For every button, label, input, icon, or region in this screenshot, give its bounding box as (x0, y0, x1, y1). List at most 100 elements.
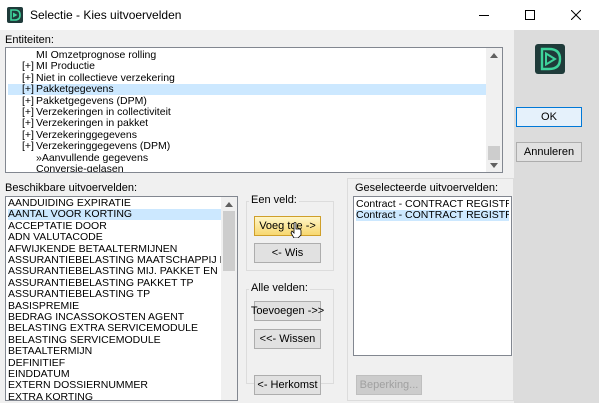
app-logo-icon (7, 7, 23, 23)
list-item-label: AANDUIDING EXPIRATIE (8, 198, 131, 209)
tree-item-label: Conversie-gelasen (36, 164, 124, 173)
list-item-label: ADN VALUTACODE (8, 232, 103, 244)
list-item-label: ASSURANTIEBELASTING PAKKET TP (8, 277, 194, 289)
tree-item[interactable]: [+] MI Productie (8, 61, 486, 72)
available-fields-label: Beschikbare uitvoervelden: (5, 182, 138, 194)
one-field-label: Een veld: (249, 194, 299, 206)
maximize-icon (525, 10, 535, 20)
list-item[interactable]: BETAALTERMIJN (8, 346, 221, 357)
scroll-up-icon[interactable] (221, 197, 237, 211)
list-item-label: ASSURANTIEBELASTING MAATSCHAPPIJ PAKKET (8, 255, 221, 266)
list-item[interactable]: Contract - CONTRACT REGISTRATIENUMMER (356, 210, 509, 222)
minimize-icon (479, 15, 489, 16)
expand-toggle-icon[interactable]: [+] (22, 118, 36, 129)
list-item[interactable]: DEFINITIEF (8, 358, 221, 369)
tree-item[interactable]: [+] Verzekeringgegevens (8, 130, 486, 141)
expand-toggle-icon[interactable]: [+] (22, 61, 36, 72)
list-item-label: BASISPREMIE (8, 300, 80, 312)
list-item-label: BELASTING SERVICEMODULE (8, 334, 161, 346)
tree-item[interactable]: [+] Verzekeringgegevens (DPM) (8, 141, 486, 152)
scroll-up-icon[interactable] (486, 48, 502, 62)
expand-toggle-icon[interactable]: [+] (22, 107, 36, 118)
close-icon (571, 10, 581, 20)
origin-button[interactable]: <- Herkomst (254, 375, 321, 395)
list-item[interactable]: Contract - CONTRACT REGISTRATIENUMMER (356, 199, 509, 210)
list-item[interactable]: EINDDATUM (8, 369, 221, 380)
mouse-cursor-icon (290, 222, 302, 239)
list-item-label: ASSURANTIEBELASTING MIJ. PAKKET EN POLIS (8, 266, 221, 278)
list-item[interactable]: ACCEPTATIE DOOR (8, 221, 221, 232)
tree-item-label: Niet in collectieve verzekering (36, 72, 175, 84)
add-one-button[interactable]: Voeg toe -> (254, 216, 321, 236)
expand-toggle-icon[interactable]: [+] (22, 130, 36, 141)
list-item[interactable]: ASSURANTIEBELASTING PAKKET TP (8, 278, 221, 289)
list-item-label: BEDRAG INCASSOKOSTEN AGENT (8, 312, 185, 323)
remove-all-button[interactable]: <<- Wissen (254, 329, 321, 349)
tree-item-label: Pakketgegevens (DPM) (36, 95, 147, 107)
tree-item-label: Pakketgegevens (36, 84, 114, 96)
expand-toggle-icon[interactable]: [+] (22, 73, 36, 84)
remove-one-button[interactable]: <- Wis (254, 243, 321, 263)
list-item-label: AANTAL VOOR KORTING (8, 209, 133, 221)
list-item[interactable]: BASISPREMIE (8, 301, 221, 312)
add-all-button[interactable]: Toevoegen ->> (251, 301, 324, 321)
tree-item[interactable]: Conversie-gelasen (8, 164, 486, 173)
list-item-label: AFWIJKENDE BETAALTERMIJNEN (8, 243, 178, 255)
teal-d-logo-icon (535, 44, 565, 74)
entities-label: Entiteiten: (5, 34, 54, 46)
available-fields-list[interactable]: AANDUIDING EXPIRATIE AANTAL VOOR KORTING A… (5, 196, 238, 401)
title-bar[interactable]: Selectie - Kies uitvoervelden (0, 0, 599, 30)
all-fields-label: Alle velden: (249, 282, 310, 294)
tree-item[interactable]: [+] Pakketgegevens (DPM) (8, 96, 486, 107)
maximize-button[interactable] (507, 0, 553, 30)
list-item[interactable]: ADN VALUTACODE (8, 232, 221, 243)
scroll-thumb[interactable] (223, 211, 235, 271)
selected-fields-label: Geselecteerde uitvoervelden: (355, 182, 499, 194)
tree-item[interactable]: »Aanvullende gegevens (8, 153, 486, 164)
expand-toggle-icon[interactable]: [+] (22, 96, 36, 107)
list-item[interactable]: AANTAL VOOR KORTING (8, 209, 221, 221)
list-item-label: BETAALTERMIJN (8, 346, 93, 358)
list-item[interactable]: ASSURANTIEBELASTING MAATSCHAPPIJ PAKKET (8, 255, 221, 266)
list-item-label: Contract - CONTRACT REGISTRATIENUMMER (356, 199, 509, 210)
window-title: Selectie - Kies uitvoervelden (30, 8, 182, 22)
list-item[interactable]: BEDRAG INCASSOKOSTEN AGENT (8, 312, 221, 323)
tree-item-label: Verzekeringen in pakket (36, 118, 149, 130)
expand-toggle-icon[interactable]: [+] (22, 84, 36, 95)
limit-button[interactable]: Beperking... (356, 375, 422, 395)
list-item[interactable]: EXTERN DOSSIERNUMMER (8, 380, 221, 391)
list-item-label: ACCEPTATIE DOOR (8, 220, 107, 232)
list-item[interactable]: EXTRA KORTING (8, 392, 221, 400)
list-item-label: ASSURANTIEBELASTING TP (8, 289, 151, 301)
list-item-label: EXTERN DOSSIERNUMMER (8, 380, 149, 392)
list-item[interactable]: ASSURANTIEBELASTING TP (8, 289, 221, 300)
selected-fields-list[interactable]: Contract - CONTRACT REGISTRATIENUMMERCon… (353, 196, 512, 356)
tree-item-label: MI Productie (36, 61, 95, 73)
entities-scrollbar[interactable] (486, 48, 502, 172)
list-item[interactable]: ASSURANTIEBELASTING MIJ. PAKKET EN POLIS (8, 266, 221, 277)
list-item[interactable]: AFWIJKENDE BETAALTERMIJNEN (8, 244, 221, 255)
tree-item-label: Verzekeringgegevens (36, 129, 137, 141)
tree-item-label: Verzekeringgegevens (DPM) (36, 141, 171, 153)
entities-tree[interactable]: MI Omzetprognose rolling [+] MI Productie[… (5, 47, 503, 173)
tree-item-label: »Aanvullende gegevens (36, 152, 149, 164)
expand-toggle-icon[interactable]: [+] (22, 141, 36, 152)
tree-item[interactable]: [+] Verzekeringen in pakket (8, 118, 486, 129)
close-button[interactable] (553, 0, 599, 30)
available-scrollbar[interactable] (221, 197, 237, 400)
list-item[interactable]: BELASTING EXTRA SERVICEMODULE (8, 323, 221, 334)
tree-item-label: Verzekeringen in collectiviteit (36, 107, 171, 118)
cancel-button[interactable]: Annuleren (516, 142, 582, 162)
tree-item[interactable]: [+] Pakketgegevens (8, 84, 486, 96)
dialog-body: Entiteiten: MI Omzetprognose rolling [+] M… (0, 30, 599, 403)
minimize-button[interactable] (461, 0, 507, 30)
tree-item[interactable]: MI Omzetprognose rolling (8, 50, 486, 61)
list-item-label: Contract - CONTRACT REGISTRATIENUMMER (356, 210, 509, 222)
scroll-down-icon[interactable] (486, 158, 502, 172)
tree-item[interactable]: [+] Verzekeringen in collectiviteit (8, 107, 486, 118)
list-item[interactable]: BELASTING SERVICEMODULE (8, 335, 221, 346)
tree-item-label: MI Omzetprognose rolling (36, 50, 157, 61)
ok-button[interactable]: OK (516, 107, 582, 127)
tree-item[interactable]: [+] Niet in collectieve verzekering (8, 73, 486, 84)
list-item[interactable]: AANDUIDING EXPIRATIE (8, 198, 221, 209)
